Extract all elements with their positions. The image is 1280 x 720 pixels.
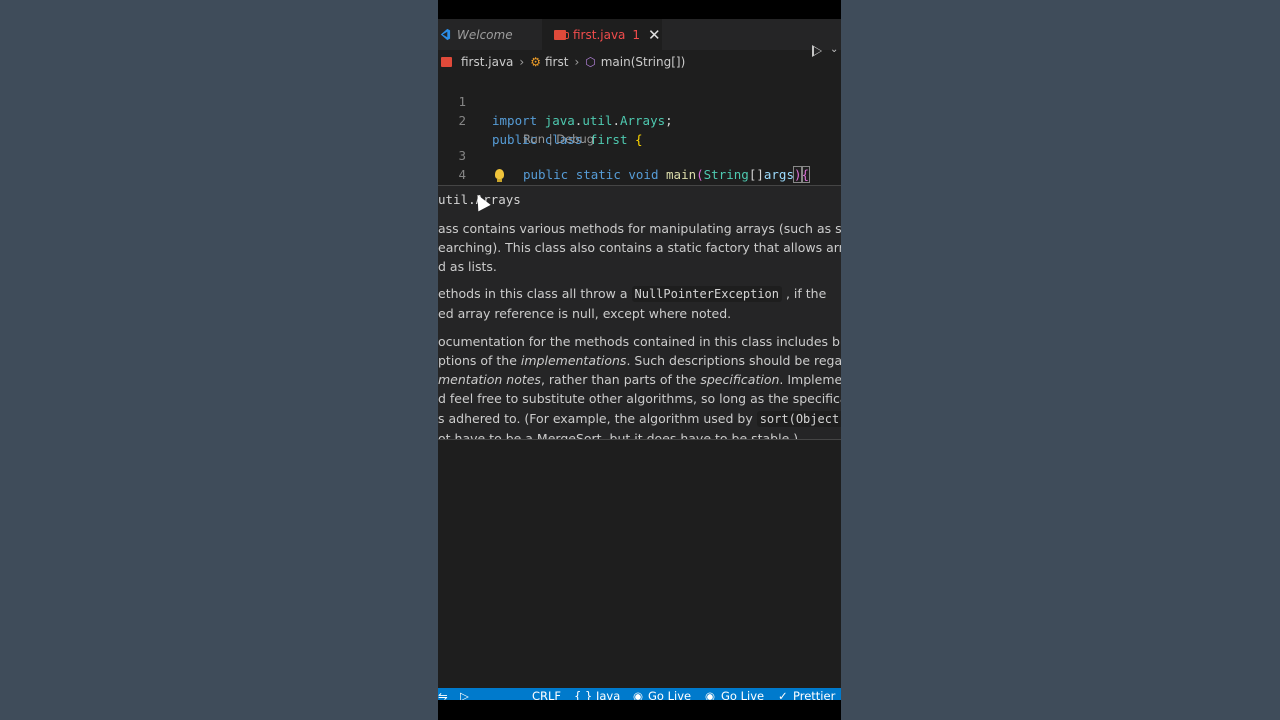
code-line: 4 String str="hgfedcba"; <box>438 146 841 201</box>
doc-text: . Implementc <box>779 372 841 387</box>
doc-line: s adhered to. (For example, the algorith… <box>438 409 841 429</box>
doc-emphasis: implementations <box>520 353 627 368</box>
tab-bar: Welcome first.java 1 ✕ ⌄ <box>438 19 841 57</box>
codelens: Run | Debug <box>438 111 841 146</box>
doc-line: ot have to be a MergeSort, but it does h… <box>438 431 799 440</box>
golive-icon: ◉ <box>633 689 644 700</box>
tab-welcome-label: Welcome <box>457 27 513 42</box>
go-live-button-2[interactable]: Go Live <box>721 689 764 700</box>
doc-text: ptions of the <box>438 353 517 368</box>
doc-line: ethods in this class all throw a NullPoi… <box>438 284 826 304</box>
chevron-right-icon: › <box>519 55 525 69</box>
prettier-button[interactable]: Prettier <box>793 689 835 700</box>
go-live-button[interactable]: Go Live <box>648 689 691 700</box>
doc-line: ed array reference is null, except where… <box>438 306 732 321</box>
lightbulb-icon[interactable] <box>495 169 504 182</box>
line-ending[interactable]: CRLF <box>532 689 561 700</box>
doc-line: ptions of the implementations. Such desc… <box>438 351 841 370</box>
doc-text: ethods in this class all throw a <box>438 286 628 301</box>
code-line: 5 Arrays.sort(str); <box>438 165 841 239</box>
vscode-icon <box>440 28 451 41</box>
status-bar: ⇋ ▷ CRLF { } Java ◉ Go Live ◉ Go Live ✓ … <box>438 688 841 700</box>
top-bar <box>438 0 841 19</box>
vscode-window: Welcome first.java 1 ✕ ⌄ first.java › ⚙ … <box>438 0 841 720</box>
remote-icon[interactable]: ⇋ <box>438 689 448 700</box>
doc-line: earching). This class also contains a st… <box>438 240 841 255</box>
prettier-icon: ✓ <box>778 689 788 700</box>
language-mode[interactable]: { } Java <box>574 689 620 700</box>
java-file-icon <box>441 57 452 67</box>
code-line: 3 public static void main(String[]args){ <box>438 127 841 183</box>
method-icon: ⬡ <box>585 55 596 69</box>
doc-line: ocumentation for the methods contained i… <box>438 334 841 349</box>
doc-emphasis: specification <box>700 372 780 387</box>
doc-text: . Such descriptions should be regarc <box>626 353 841 368</box>
class-icon: ⚙ <box>530 55 541 69</box>
code-span: sort(Object[ <box>756 411 841 427</box>
breadcrumb-class[interactable]: first <box>545 55 568 69</box>
problems-count: 1 <box>632 27 641 42</box>
doc-text: , rather than parts of the <box>540 372 697 387</box>
tab-first-java[interactable]: first.java 1 ✕ <box>542 19 662 50</box>
hover-documentation-popup: util.Arrays ass contains various methods… <box>438 185 841 440</box>
bottom-bar <box>438 700 841 720</box>
run-debug-icon[interactable]: ▷ <box>460 689 469 700</box>
chevron-right-icon: › <box>574 55 580 69</box>
breadcrumb: first.java › ⚙ first › ⬡ main(String[]) <box>438 52 841 72</box>
doc-text: , if the <box>785 286 827 301</box>
doc-line: d as lists. <box>438 259 497 274</box>
java-file-icon <box>554 29 569 40</box>
doc-line: d feel free to substitute other algorith… <box>438 391 841 406</box>
golive-icon: ◉ <box>705 689 716 700</box>
code-span: NullPointerException <box>631 286 782 302</box>
code-line: 1 import java.util.Arrays; <box>438 73 841 128</box>
doc-text: s adhered to. (For example, the algorith… <box>438 411 753 426</box>
doc-line: mentation notes, rather than parts of th… <box>438 370 841 389</box>
code-line: 2 public class first { <box>438 92 841 147</box>
close-icon[interactable]: ✕ <box>648 26 661 44</box>
tab-first-java-label: first.java <box>573 27 626 42</box>
breadcrumb-method[interactable]: main(String[]) <box>601 55 686 69</box>
breadcrumb-file[interactable]: first.java <box>461 55 513 69</box>
doc-emphasis: mentation notes <box>438 372 541 387</box>
doc-line: ass contains various methods for manipul… <box>438 221 841 236</box>
tab-welcome[interactable]: Welcome <box>438 19 542 50</box>
